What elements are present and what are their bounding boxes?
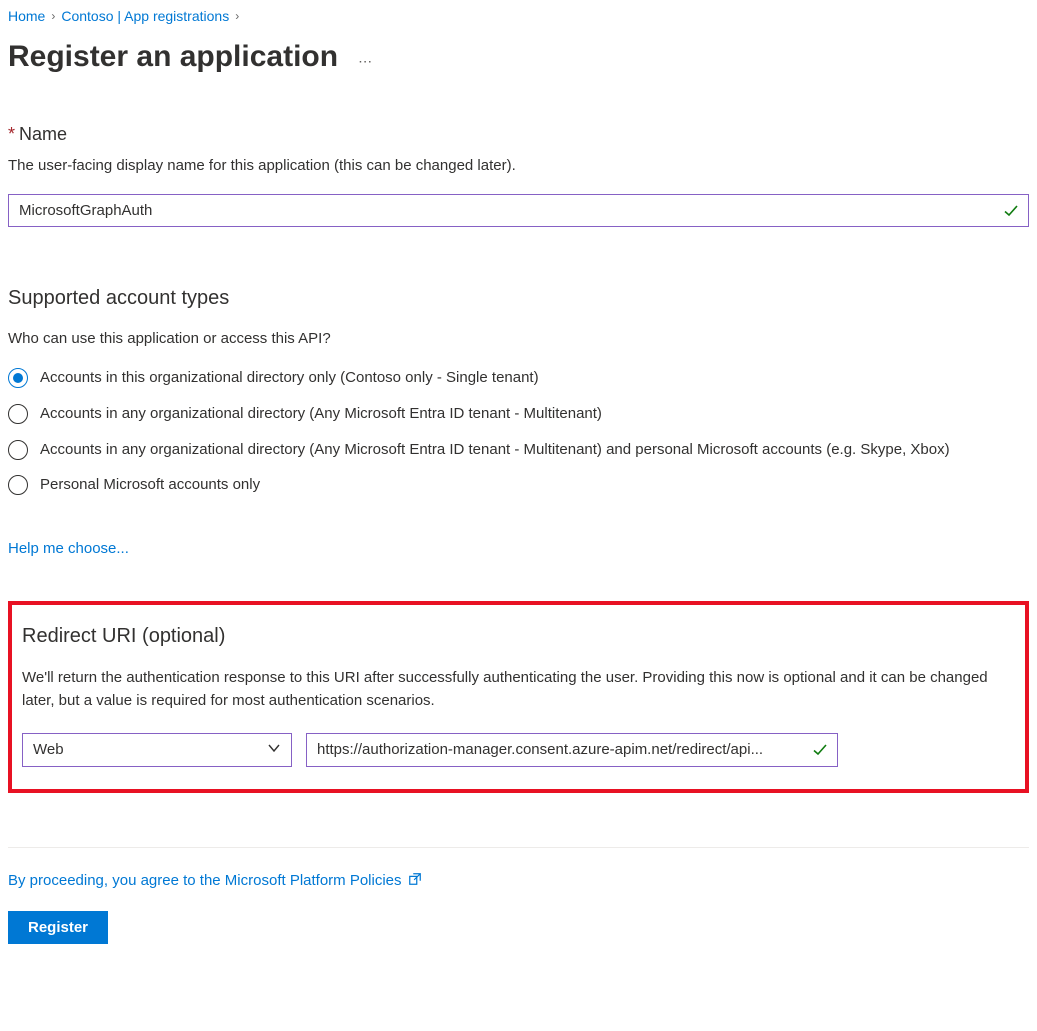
validation-check-icon: [812, 742, 828, 758]
account-type-option-single-tenant[interactable]: Accounts in this organizational director…: [8, 367, 1029, 389]
breadcrumb: Home › Contoso | App registrations ›: [8, 8, 1029, 24]
radio-icon: [8, 368, 28, 388]
validation-check-icon: [1003, 203, 1019, 219]
radio-label: Accounts in any organizational directory…: [40, 403, 602, 425]
platform-policies-link[interactable]: By proceeding, you agree to the Microsof…: [8, 872, 402, 889]
account-type-option-multitenant[interactable]: Accounts in any organizational directory…: [8, 403, 1029, 425]
radio-icon: [8, 440, 28, 460]
chevron-right-icon: ›: [235, 9, 239, 23]
account-types-heading: Supported account types: [8, 287, 1029, 310]
account-types-radio-group: Accounts in this organizational director…: [8, 367, 1029, 496]
chevron-right-icon: ›: [51, 9, 55, 23]
name-help-text: The user-facing display name for this ap…: [8, 157, 1029, 174]
breadcrumb-tenant[interactable]: Contoso | App registrations: [61, 8, 229, 24]
more-actions-icon[interactable]: ⋯: [358, 39, 374, 70]
radio-icon: [8, 475, 28, 495]
platform-select[interactable]: Web: [22, 733, 292, 767]
radio-icon: [8, 404, 28, 424]
chevron-down-icon: [267, 741, 281, 759]
redirect-uri-section: Redirect URI (optional) We'll return the…: [8, 601, 1029, 793]
external-link-icon: [408, 872, 422, 889]
account-types-question: Who can use this application or access t…: [8, 330, 1029, 347]
page-title: Register an application: [8, 40, 338, 74]
account-type-option-multitenant-personal[interactable]: Accounts in any organizational directory…: [8, 439, 1029, 461]
divider: [8, 847, 1029, 848]
platform-select-value: Web: [33, 741, 64, 758]
redirect-uri-description: We'll return the authentication response…: [22, 666, 1015, 713]
register-button[interactable]: Register: [8, 911, 108, 944]
redirect-uri-input[interactable]: [306, 733, 838, 767]
radio-label: Accounts in this organizational director…: [40, 367, 539, 389]
required-asterisk: *: [8, 124, 15, 144]
radio-label: Personal Microsoft accounts only: [40, 474, 260, 496]
app-name-input[interactable]: [8, 194, 1029, 227]
name-label: *Name: [8, 124, 1029, 145]
help-me-choose-link[interactable]: Help me choose...: [8, 540, 129, 557]
account-type-option-personal-only[interactable]: Personal Microsoft accounts only: [8, 474, 1029, 496]
radio-label: Accounts in any organizational directory…: [40, 439, 950, 461]
redirect-uri-heading: Redirect URI (optional): [22, 625, 1015, 648]
breadcrumb-home[interactable]: Home: [8, 8, 45, 24]
